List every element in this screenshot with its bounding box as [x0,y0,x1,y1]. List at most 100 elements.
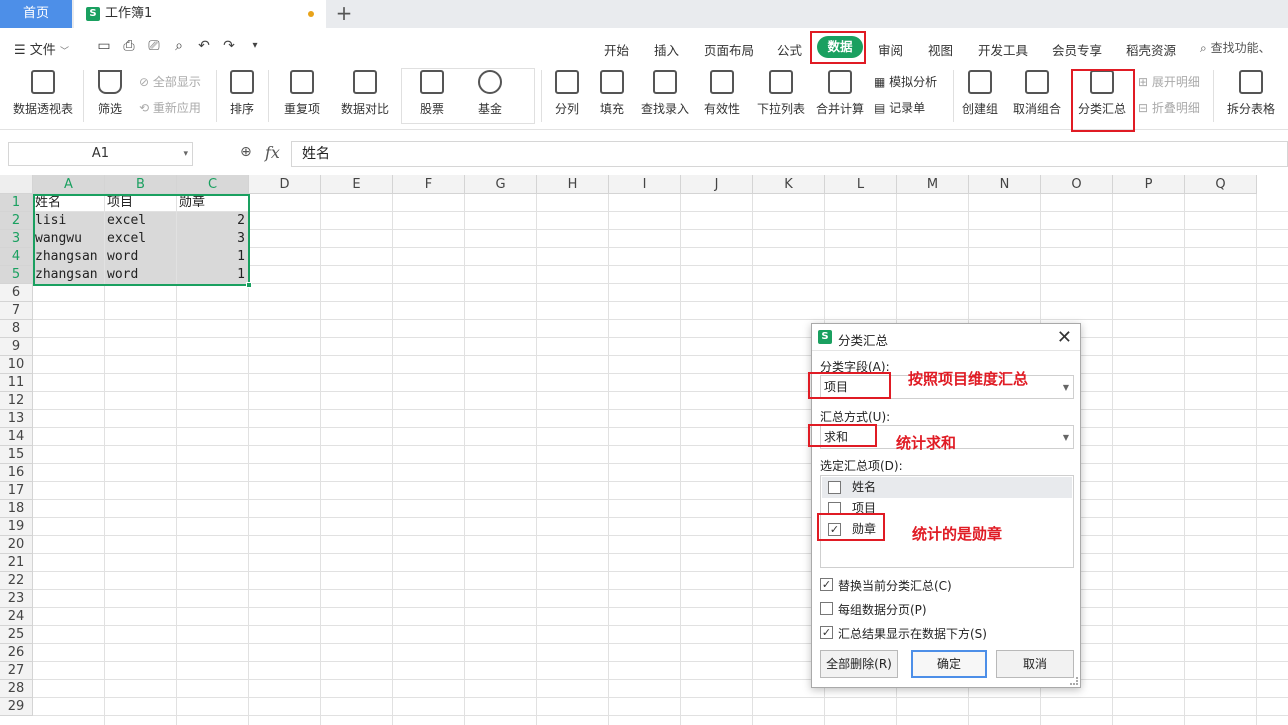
more-chevron-icon[interactable]: ▾ [247,38,263,54]
row-header-20[interactable]: 20 [0,536,33,554]
replace-checkbox[interactable]: ✓ [820,578,833,591]
cell-b4[interactable]: word [105,248,176,266]
save-icon[interactable]: ▭ [96,38,112,54]
filter-button[interactable]: 筛选 [90,70,130,117]
print-icon[interactable]: ⎚ [146,38,162,54]
menu-tab-developer[interactable]: 开发工具 [978,40,1028,59]
menu-tab-insert[interactable]: 插入 [654,40,679,59]
row-header-2[interactable]: 2 [0,212,33,230]
redo-icon[interactable]: ↷ [221,38,237,54]
record-form-button[interactable]: ▤ 记录单 [874,99,925,116]
row-header-8[interactable]: 8 [0,320,33,338]
row-header-1[interactable]: 1 [0,194,33,212]
tab-home[interactable]: 首页 [0,0,72,28]
new-tab-button[interactable]: + [334,0,354,28]
row-header-4[interactable]: 4 [0,248,33,266]
cell-b2[interactable]: excel [105,212,176,230]
column-header-b[interactable]: B [105,175,177,194]
cell-c3[interactable]: 3 [177,230,248,248]
fill-button[interactable]: 填充 [593,70,631,117]
reapply-button[interactable]: ⟲ 重新应用 [139,99,201,116]
select-all-corner[interactable] [0,175,33,194]
cell-b1[interactable]: 项目 [105,194,176,212]
column-header-q[interactable]: Q [1185,175,1257,194]
row-header-10[interactable]: 10 [0,356,33,374]
column-header-e[interactable]: E [321,175,393,194]
fx-icon[interactable]: fx [265,143,280,162]
dialog-title-bar[interactable]: S 分类汇总 ✕ [812,324,1080,351]
spreadsheet-grid[interactable]: ABCDEFGHIJKLMNOPQ 1 2 3 4 5 6 7 8 9 10 11 12 13 14 15 1… [0,175,1288,725]
export-icon[interactable]: ⎙ [121,38,137,54]
cell-c1[interactable]: 勋章 [177,194,248,212]
create-group-button[interactable]: 创建组 [960,70,1000,117]
pivot-table-button[interactable]: 数据透视表 [11,70,75,117]
split-table-button[interactable]: 拆分表格 [1222,70,1280,117]
column-header-h[interactable]: H [537,175,609,194]
row-header-18[interactable]: 18 [0,500,33,518]
column-header-d[interactable]: D [249,175,321,194]
column-header-k[interactable]: K [753,175,825,194]
row-header-22[interactable]: 22 [0,572,33,590]
row-header-5[interactable]: 5 [0,266,33,284]
row-header-13[interactable]: 13 [0,410,33,428]
fund-button[interactable]: 基金 [468,70,512,117]
file-menu[interactable]: ☰ 文件 ﹀ [14,39,69,58]
cell-b5[interactable]: word [105,266,176,284]
column-header-g[interactable]: G [465,175,537,194]
simulate-analysis-button[interactable]: ▦ 模拟分析 [874,73,937,90]
data-compare-button[interactable]: 数据对比 [336,70,394,117]
ungroup-button[interactable]: 取消组合 [1008,70,1066,117]
close-icon[interactable]: ✕ [1057,327,1072,348]
row-header-9[interactable]: 9 [0,338,33,356]
row-header-27[interactable]: 27 [0,662,33,680]
dropdown-list-button[interactable]: 下拉列表 [754,70,808,117]
menu-tab-docer[interactable]: 稻壳资源 [1126,40,1176,59]
row-header-12[interactable]: 12 [0,392,33,410]
column-header-i[interactable]: I [609,175,681,194]
collapse-detail-button[interactable]: ⊟ 折叠明细 [1138,99,1200,116]
show-all-button[interactable]: ⊘ 全部显示 [139,73,201,90]
fill-handle[interactable] [246,282,252,288]
column-header-c[interactable]: C [177,175,249,194]
row-header-23[interactable]: 23 [0,590,33,608]
sort-button[interactable]: 排序 [222,70,262,117]
row-header-11[interactable]: 11 [0,374,33,392]
cell-a1[interactable]: 姓名 [33,194,104,212]
formula-input[interactable]: 姓名 [291,141,1288,167]
expand-detail-button[interactable]: ⊞ 展开明细 [1138,73,1200,90]
row-header-14[interactable]: 14 [0,428,33,446]
duplicates-button[interactable]: 重复项 [278,70,326,117]
cell-c5[interactable]: 1 [177,266,248,284]
row-header-6[interactable]: 6 [0,284,33,302]
undo-icon[interactable]: ↶ [196,38,212,54]
list-item[interactable]: 姓名 [822,477,1072,498]
row-header-16[interactable]: 16 [0,464,33,482]
search-function[interactable]: ⌕ 查找功能、 [1200,39,1271,56]
cell-b3[interactable]: excel [105,230,176,248]
column-header-n[interactable]: N [969,175,1041,194]
menu-tab-home[interactable]: 开始 [604,40,629,59]
menu-tab-review[interactable]: 审阅 [878,40,903,59]
delete-all-button[interactable]: 全部删除(R) [820,650,898,678]
row-header-28[interactable]: 28 [0,680,33,698]
ok-button[interactable]: 确定 [911,650,987,678]
cell-a2[interactable]: lisi [33,212,104,230]
zoom-icon[interactable]: ⊕ [240,144,252,160]
split-column-button[interactable]: 分列 [548,70,586,117]
stock-button[interactable]: 股票 [410,70,454,117]
checkbox[interactable] [828,481,841,494]
column-header-f[interactable]: F [393,175,465,194]
column-header-l[interactable]: L [825,175,897,194]
summary-below-checkbox[interactable]: ✓ [820,626,833,639]
row-header-17[interactable]: 17 [0,482,33,500]
cell-a5[interactable]: zhangsan [33,266,104,284]
print-preview-icon[interactable]: ⌕ [171,38,187,54]
resize-grip-icon[interactable] [1070,677,1078,685]
row-header-24[interactable]: 24 [0,608,33,626]
column-header-p[interactable]: P [1113,175,1185,194]
row-header-29[interactable]: 29 [0,698,33,716]
row-header-26[interactable]: 26 [0,644,33,662]
row-header-19[interactable]: 19 [0,518,33,536]
column-header-o[interactable]: O [1041,175,1113,194]
cell-c2[interactable]: 2 [177,212,248,230]
